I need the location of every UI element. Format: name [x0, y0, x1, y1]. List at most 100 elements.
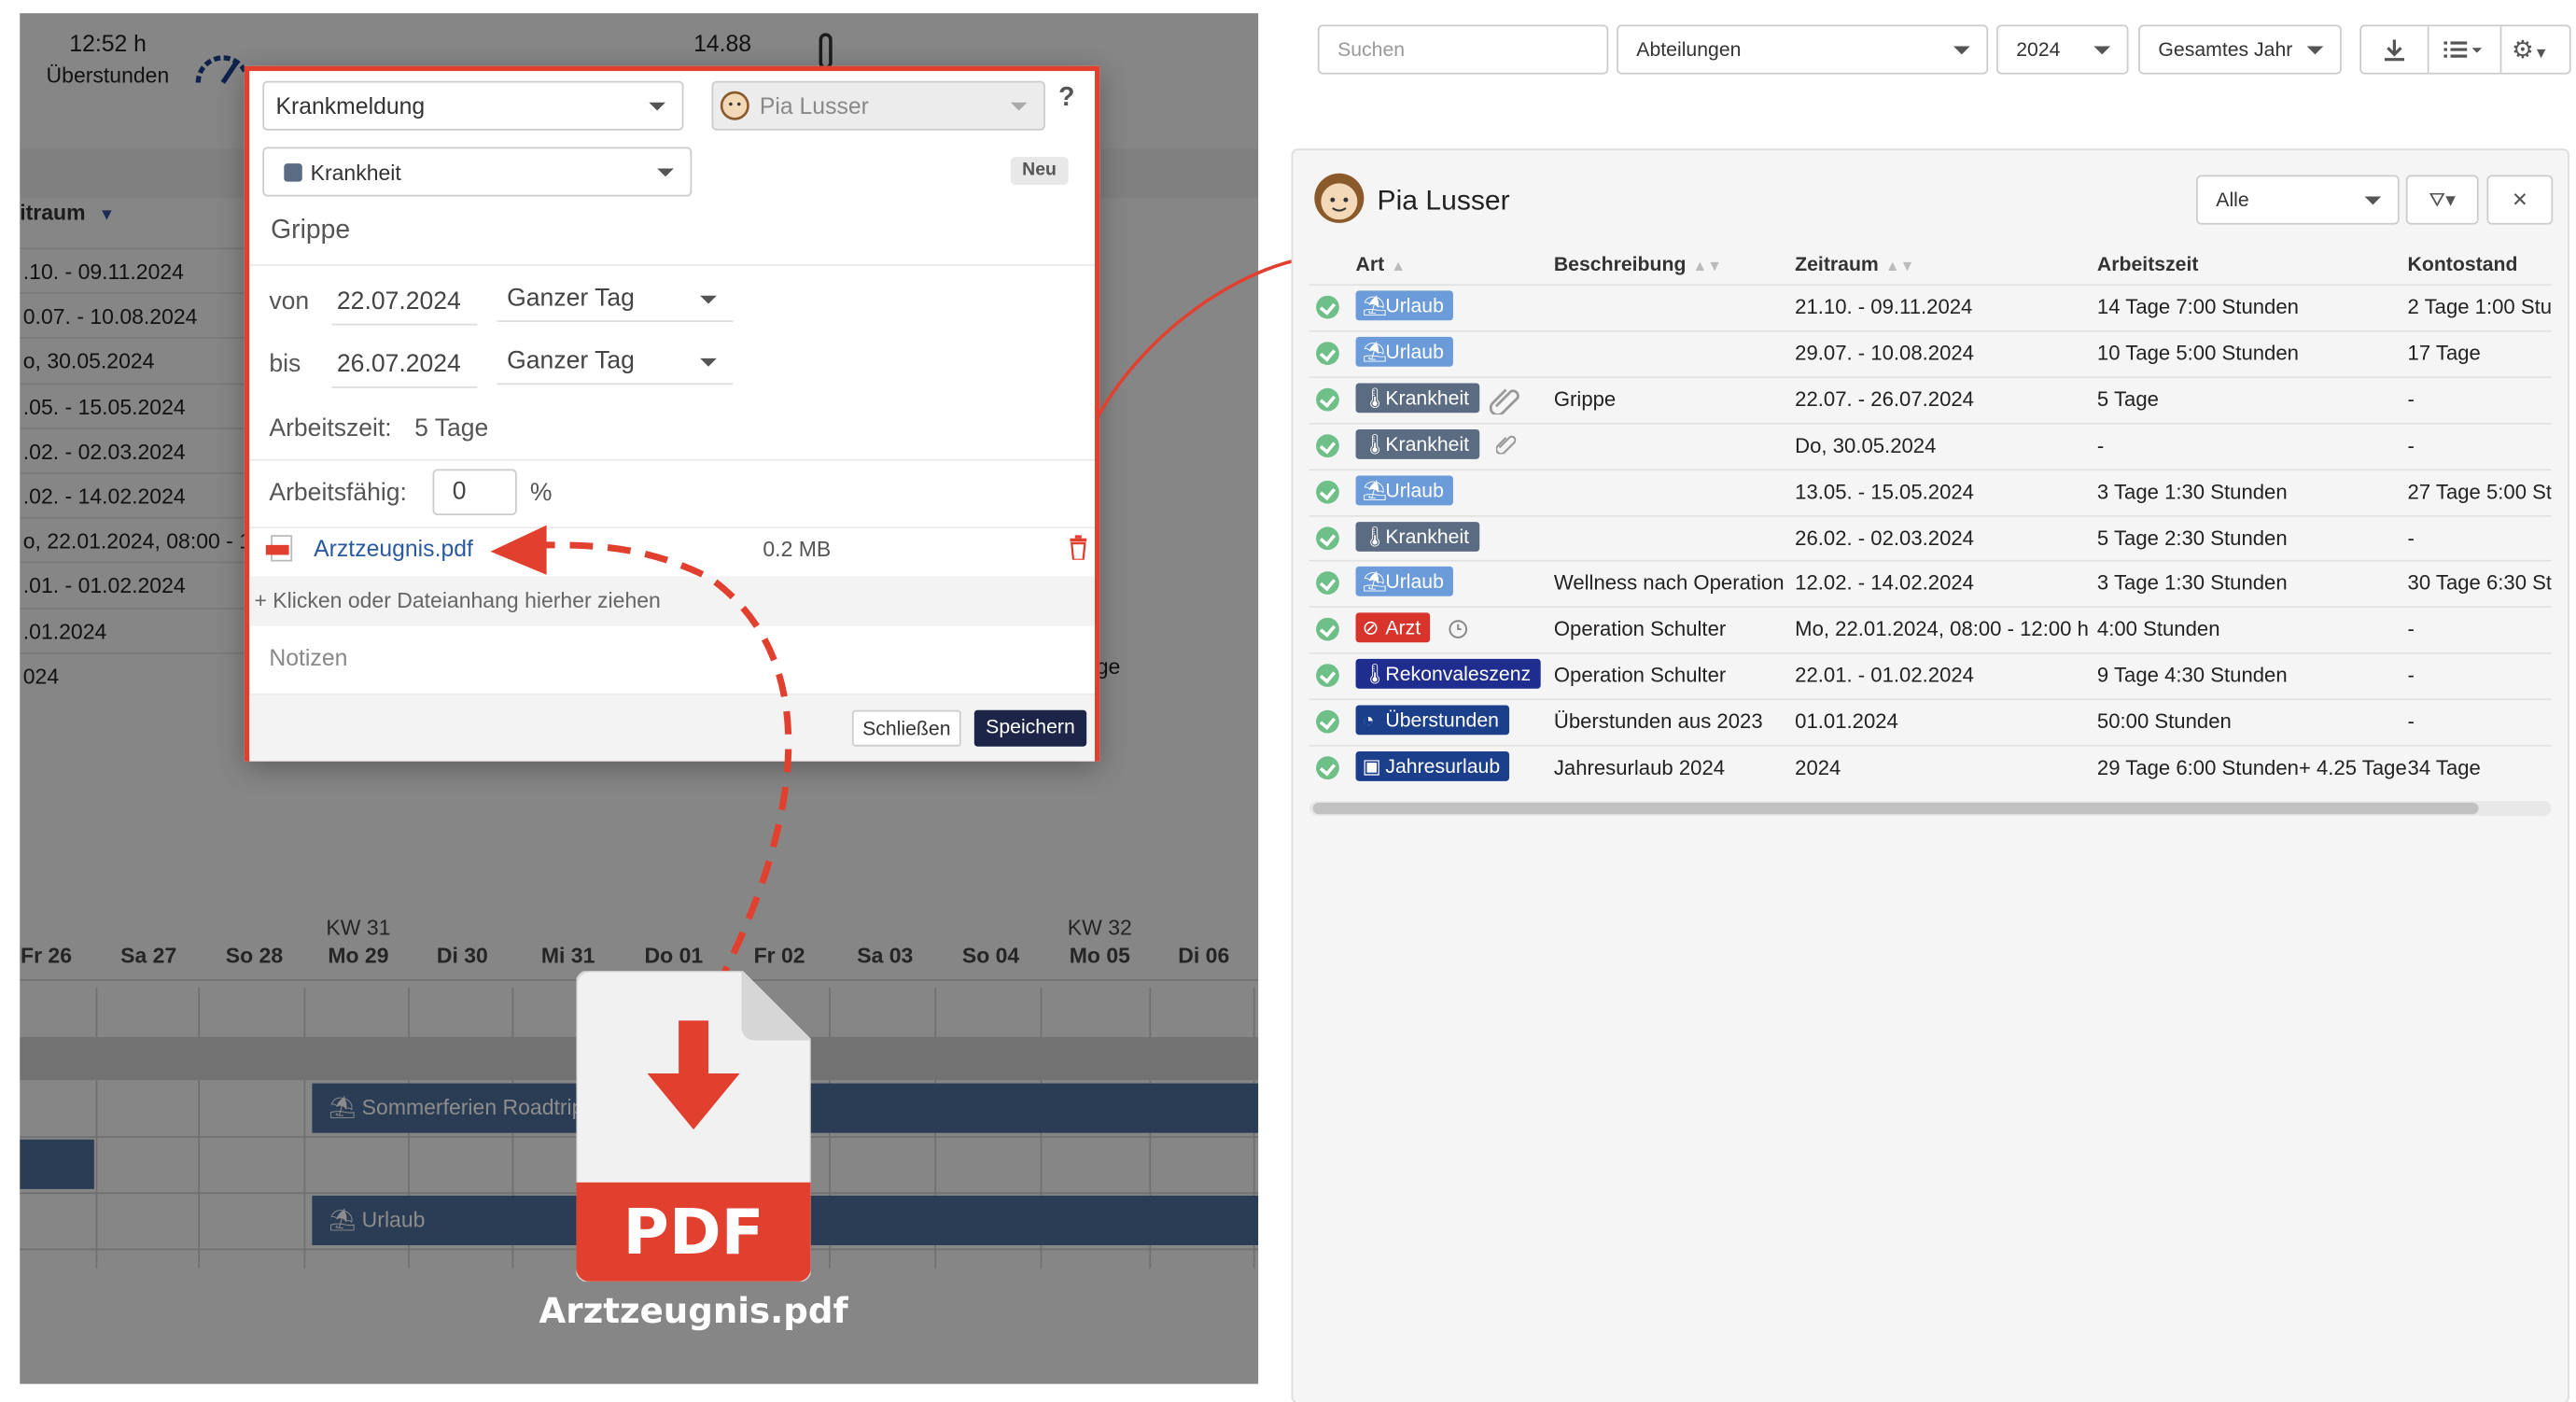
worktime-cell: 50:00 Stunden: [2096, 709, 2232, 734]
balance-cell: -: [2407, 387, 2415, 412]
description-cell: Überstunden aus 2023: [1553, 709, 1763, 734]
table-row[interactable]: 🌡 Krankheit 26.02. - 02.03.2024 5 Tage 2:30…: [1309, 514, 2552, 561]
worktime-cell: 14 Tage 7:00 Stunden: [2096, 295, 2299, 319]
period-cell: 22.01. - 01.02.2024: [1795, 664, 1975, 688]
approved-check-icon: [1316, 756, 1339, 780]
worktime-cell: 29 Tage 6:00 Stunden+ 4.25 Tage: [2096, 756, 2407, 780]
no-entry-icon: ⊘: [1362, 616, 1379, 640]
filter-icon[interactable]: ⛛▾: [2405, 175, 2479, 225]
paperclip-icon[interactable]: [1495, 434, 1517, 455]
table-row[interactable]: ⛱ Urlaub 21.10. - 09.11.2024 14 Tage 7:00 S…: [1309, 284, 2552, 330]
table-row[interactable]: ▣ Jahresurlaub Jahresurlaub 2024 2024 29 Tag…: [1309, 744, 2552, 792]
worktime-cell: -: [2096, 433, 2105, 457]
absence-type-badge[interactable]: ⊘ Arzt: [1355, 612, 1431, 643]
toolbar-button-group: ⚙▼: [2359, 24, 2571, 76]
period-cell: 12.02. - 14.02.2024: [1795, 571, 1975, 596]
absence-type-badge[interactable]: 🌡 Rekonvaleszenz: [1355, 659, 1541, 690]
year-select[interactable]: 2024: [1996, 24, 2129, 75]
horizontal-scrollbar[interactable]: [1309, 801, 2552, 817]
column-header[interactable]: Zeitraum ▲▼: [1795, 253, 1914, 276]
approved-check-icon: [1316, 664, 1339, 688]
balance-cell: 30 Tage 6:30 Stu: [2407, 571, 2552, 596]
table-row[interactable]: ⛱ Urlaub Wellness nach Operation 12.02. - 1…: [1309, 560, 2552, 607]
filter-select[interactable]: Alle: [2196, 175, 2400, 225]
beach-chair-icon: ⛱: [1362, 478, 1388, 502]
balance-cell: -: [2407, 618, 2415, 641]
absence-type-badge[interactable]: 🌡 Krankheit: [1355, 383, 1479, 413]
table-row[interactable]: ⛱ Urlaub 29.07. - 10.08.2024 10 Tage 5:00 S…: [1309, 329, 2552, 377]
description-cell: Wellness nach Operation: [1553, 571, 1785, 596]
balance-cell: -: [2407, 433, 2415, 457]
scrollbar-thumb[interactable]: [1312, 802, 2479, 815]
absence-type-badge[interactable]: 🌡 Krankheit: [1355, 521, 1479, 552]
period-cell: Do, 30.05.2024: [1795, 433, 1937, 457]
beach-chair-icon: ⛱: [1362, 570, 1388, 594]
download-icon[interactable]: [2384, 39, 2405, 62]
thermometer-icon: 🌡: [1362, 662, 1388, 686]
balance-cell: -: [2407, 709, 2415, 734]
approved-check-icon: [1316, 433, 1339, 457]
period-cell: 01.01.2024: [1795, 709, 1898, 734]
absence-type-badge[interactable]: ▣ Jahresurlaub: [1355, 751, 1510, 781]
description-cell: Jahresurlaub 2024: [1553, 756, 1726, 780]
table-row[interactable]: 🌡 Rekonvaleszenz Operation Schulter 22.01. …: [1309, 652, 2552, 699]
list-view-icon[interactable]: [2443, 41, 2483, 59]
thermometer-icon: 🌡: [1362, 386, 1388, 410]
gear-icon[interactable]: ⚙▼: [2512, 28, 2549, 76]
separator: [2499, 26, 2502, 73]
period-cell: 22.07. - 26.07.2024: [1795, 387, 1975, 412]
period-cell: Mo, 22.01.2024, 08:00 - 12:00 h: [1795, 618, 2089, 641]
absence-type-badge[interactable]: ◔ Überstunden: [1355, 705, 1509, 736]
column-header[interactable]: Arbeitszeit: [2097, 253, 2199, 276]
column-header[interactable]: Kontostand: [2408, 253, 2518, 276]
separator: [2427, 26, 2429, 73]
dashed-arrow: [537, 541, 792, 989]
worktime-cell: 5 Tage 2:30 Stunden: [2096, 526, 2288, 550]
column-header[interactable]: Art ▲: [1356, 253, 1407, 276]
approved-check-icon: [1316, 387, 1339, 412]
worktime-cell: 10 Tage 5:00 Stunden: [2096, 342, 2299, 365]
balance-cell: 34 Tage: [2407, 756, 2481, 780]
table-row[interactable]: ⊘ Arzt Operation Schulter Mo, 22.01.2024, 0…: [1309, 606, 2552, 653]
arrow-head: [490, 525, 547, 575]
pdf-document-icon: PDF: [575, 969, 813, 1283]
approved-check-icon: [1316, 480, 1339, 503]
absence-type-badge[interactable]: ⛱ Urlaub: [1355, 336, 1454, 367]
period-cell: 29.07. - 10.08.2024: [1795, 342, 1975, 365]
description-cell: Operation Schulter: [1553, 664, 1727, 688]
description-cell: Grippe: [1553, 387, 1617, 412]
approved-check-icon: [1316, 571, 1339, 596]
worktime-cell: 5 Tage: [2096, 387, 2159, 412]
approved-check-icon: [1316, 295, 1339, 319]
absence-type-badge[interactable]: ⛱ Urlaub: [1355, 290, 1454, 321]
suitcase-icon: ▣: [1362, 754, 1381, 778]
balance-cell: 17 Tage: [2407, 342, 2481, 365]
person-name: Pia Lusser: [1377, 185, 1510, 217]
close-icon[interactable]: ✕: [2486, 175, 2554, 225]
absence-type-badge[interactable]: 🌡 Krankheit: [1355, 428, 1479, 459]
search-input[interactable]: Suchen: [1317, 24, 1609, 75]
period-select[interactable]: Gesamtes Jahr: [2138, 24, 2342, 75]
table-row[interactable]: ⛱ Urlaub 13.05. - 15.05.2024 3 Tage 1:30 St…: [1309, 468, 2552, 515]
beach-chair-icon: ⛱: [1362, 293, 1388, 317]
worktime-cell: 3 Tage 1:30 Stunden: [2096, 571, 2288, 596]
period-cell: 13.05. - 15.05.2024: [1795, 480, 1975, 503]
thermometer-icon: 🌡: [1362, 524, 1388, 548]
clock-icon: [1449, 620, 1468, 638]
absence-type-badge[interactable]: ⛱ Urlaub: [1355, 567, 1454, 597]
worktime-cell: 3 Tage 1:30 Stunden: [2096, 480, 2288, 503]
approved-check-icon: [1316, 342, 1339, 365]
table-row[interactable]: ◔ Überstunden Überstunden aus 2023 01.01.20…: [1309, 698, 2552, 746]
department-select[interactable]: Abteilungen: [1617, 24, 1989, 75]
approved-check-icon: [1316, 526, 1339, 550]
worktime-cell: 9 Tage 4:30 Stunden: [2096, 664, 2288, 688]
balance-cell: 2 Tage 1:00 Stun: [2407, 295, 2552, 319]
description-cell: Operation Schulter: [1553, 618, 1727, 641]
paperclip-icon[interactable]: [1489, 385, 1522, 415]
column-header[interactable]: Beschreibung ▲▼: [1554, 253, 1722, 276]
balance-cell: -: [2407, 664, 2415, 688]
worktime-cell: 4:00 Stunden: [2096, 618, 2220, 641]
gauge-icon: ◔: [1362, 708, 1375, 732]
absence-type-badge[interactable]: ⛱ Urlaub: [1355, 474, 1454, 505]
pdf-icon-label: PDF: [623, 1195, 764, 1269]
